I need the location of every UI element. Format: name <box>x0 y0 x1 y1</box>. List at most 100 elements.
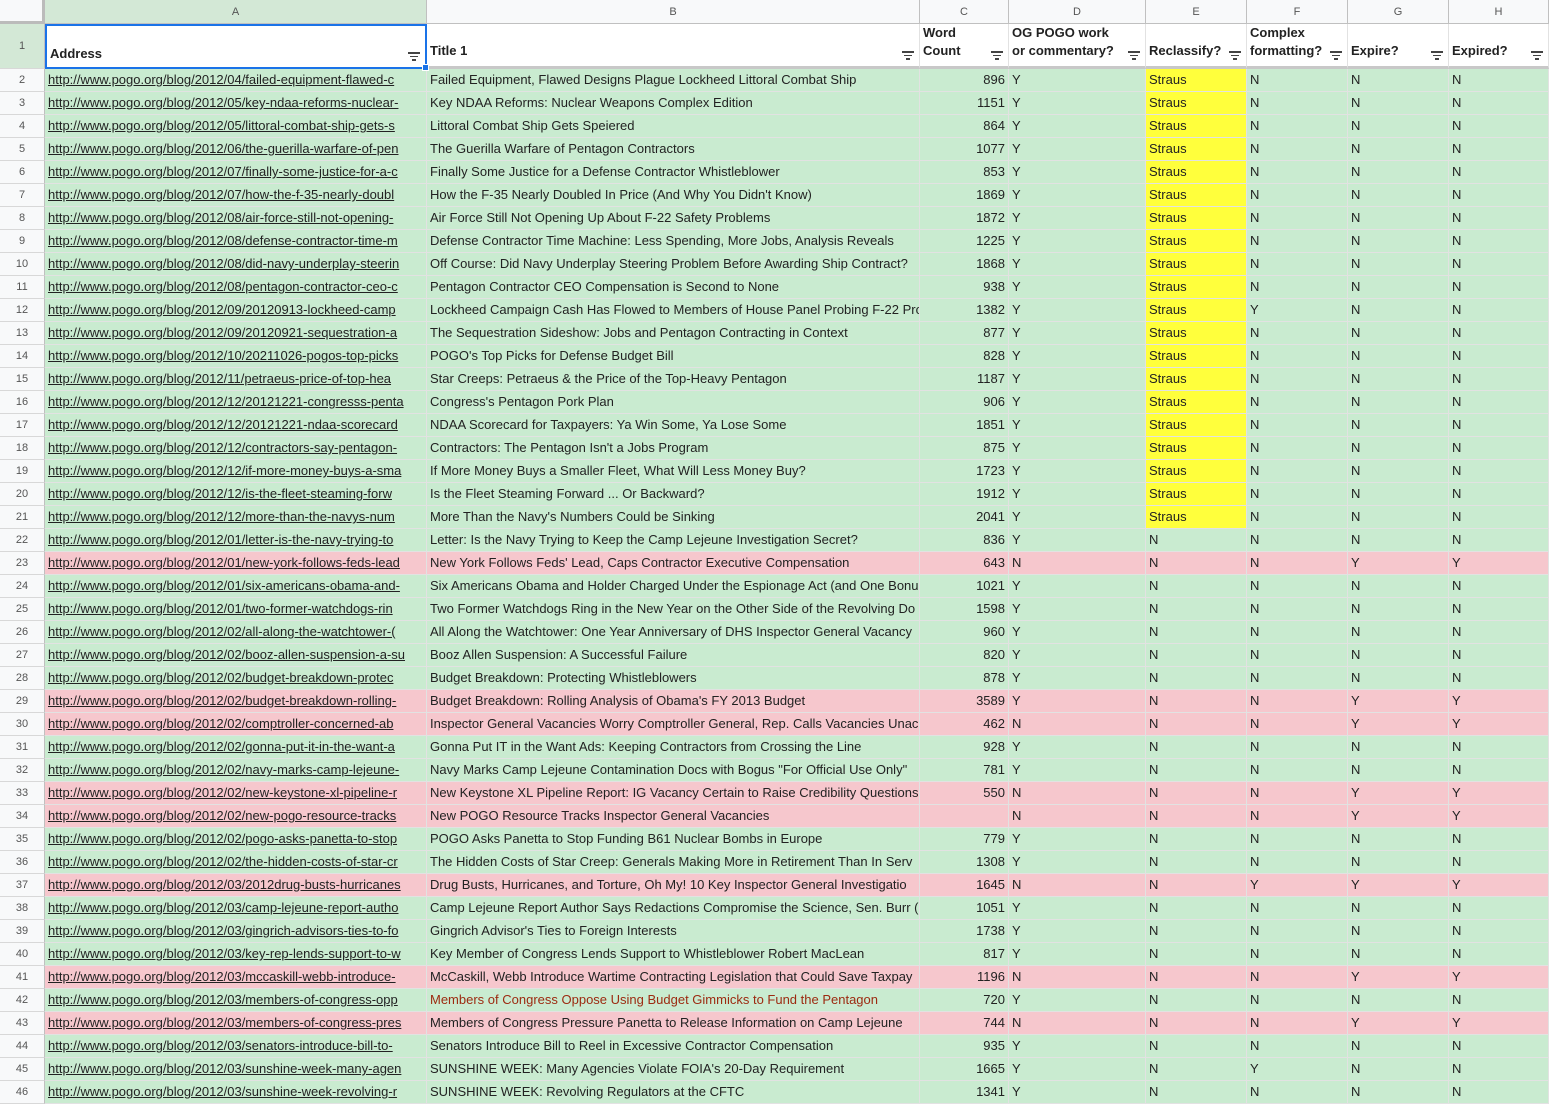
row-number[interactable]: 36 <box>0 851 45 874</box>
url-text[interactable]: http://www.pogo.org/blog/2012/03/camp-le… <box>48 900 399 915</box>
word-count-cell[interactable]: 1187 <box>920 368 1009 391</box>
title-cell[interactable]: Members of Congress Oppose Using Budget … <box>427 989 920 1012</box>
row-number[interactable]: 25 <box>0 598 45 621</box>
row-number[interactable]: 19 <box>0 460 45 483</box>
word-count-cell[interactable]: 877 <box>920 322 1009 345</box>
expire-cell[interactable]: N <box>1348 322 1449 345</box>
og-pogo-cell[interactable]: Y <box>1009 115 1146 138</box>
header-cell-a[interactable]: Address <box>45 24 427 69</box>
row-number[interactable]: 21 <box>0 506 45 529</box>
url-text[interactable]: http://www.pogo.org/blog/2012/03/senator… <box>48 1038 393 1053</box>
title-cell[interactable]: Lockheed Campaign Cash Has Flowed to Mem… <box>427 299 920 322</box>
row-number[interactable]: 30 <box>0 713 45 736</box>
header-cell-b[interactable]: Title 1 <box>427 24 920 69</box>
column-header-f[interactable]: F <box>1247 0 1348 24</box>
reclassify-cell[interactable]: Straus <box>1146 483 1247 506</box>
expired-cell[interactable]: N <box>1449 115 1549 138</box>
complex-formatting-cell[interactable]: N <box>1247 552 1348 575</box>
og-pogo-cell[interactable]: Y <box>1009 575 1146 598</box>
row-number[interactable]: 22 <box>0 529 45 552</box>
complex-formatting-cell[interactable]: N <box>1247 690 1348 713</box>
column-header-h[interactable]: H <box>1449 0 1549 24</box>
row-number[interactable]: 24 <box>0 575 45 598</box>
expired-cell[interactable]: N <box>1449 207 1549 230</box>
title-cell[interactable]: Letter: Is the Navy Trying to Keep the C… <box>427 529 920 552</box>
reclassify-cell[interactable]: Straus <box>1146 207 1247 230</box>
og-pogo-cell[interactable]: Y <box>1009 299 1146 322</box>
expire-cell[interactable]: N <box>1348 414 1449 437</box>
word-count-cell[interactable]: 550 <box>920 782 1009 805</box>
expired-cell[interactable]: N <box>1449 322 1549 345</box>
expired-cell[interactable]: N <box>1449 989 1549 1012</box>
title-cell[interactable]: Booz Allen Suspension: A Successful Fail… <box>427 644 920 667</box>
address-link[interactable]: http://www.pogo.org/blog/2012/08/pentago… <box>45 276 427 299</box>
expire-cell[interactable]: N <box>1348 989 1449 1012</box>
column-header-g[interactable]: G <box>1348 0 1449 24</box>
expired-cell[interactable]: N <box>1449 529 1549 552</box>
filter-icon[interactable] <box>1229 51 1241 60</box>
reclassify-cell[interactable]: N <box>1146 828 1247 851</box>
reclassify-cell[interactable]: N <box>1146 874 1247 897</box>
expired-cell[interactable]: N <box>1449 92 1549 115</box>
title-cell[interactable]: New York Follows Feds' Lead, Caps Contra… <box>427 552 920 575</box>
url-text[interactable]: http://www.pogo.org/blog/2012/02/navy-ma… <box>48 762 399 777</box>
select-all-corner[interactable] <box>0 0 45 24</box>
reclassify-cell[interactable]: Straus <box>1146 138 1247 161</box>
title-cell[interactable]: Air Force Still Not Opening Up About F-2… <box>427 207 920 230</box>
complex-formatting-cell[interactable]: N <box>1247 345 1348 368</box>
complex-formatting-cell[interactable]: N <box>1247 851 1348 874</box>
expire-cell[interactable]: N <box>1348 230 1449 253</box>
reclassify-cell[interactable]: Straus <box>1146 161 1247 184</box>
url-text[interactable]: http://www.pogo.org/blog/2012/02/new-pog… <box>48 808 396 823</box>
word-count-cell[interactable]: 720 <box>920 989 1009 1012</box>
word-count-cell[interactable]: 853 <box>920 161 1009 184</box>
title-cell[interactable]: Members of Congress Pressure Panetta to … <box>427 1012 920 1035</box>
expire-cell[interactable]: N <box>1348 391 1449 414</box>
row-number[interactable]: 29 <box>0 690 45 713</box>
complex-formatting-cell[interactable]: N <box>1247 575 1348 598</box>
row-number[interactable]: 23 <box>0 552 45 575</box>
address-link[interactable]: http://www.pogo.org/blog/2012/01/new-yor… <box>45 552 427 575</box>
reclassify-cell[interactable]: Straus <box>1146 391 1247 414</box>
title-cell[interactable]: Congress's Pentagon Pork Plan <box>427 391 920 414</box>
og-pogo-cell[interactable]: Y <box>1009 161 1146 184</box>
address-link[interactable]: http://www.pogo.org/blog/2012/01/letter-… <box>45 529 427 552</box>
expired-cell[interactable]: Y <box>1449 1012 1549 1035</box>
og-pogo-cell[interactable]: Y <box>1009 437 1146 460</box>
expire-cell[interactable]: Y <box>1348 805 1449 828</box>
reclassify-cell[interactable]: N <box>1146 575 1247 598</box>
complex-formatting-cell[interactable]: N <box>1247 736 1348 759</box>
row-number[interactable]: 43 <box>0 1012 45 1035</box>
word-count-cell[interactable]: 781 <box>920 759 1009 782</box>
column-header-b[interactable]: B <box>427 0 920 24</box>
title-cell[interactable]: Six Americans Obama and Holder Charged U… <box>427 575 920 598</box>
title-cell[interactable]: Failed Equipment, Flawed Designs Plague … <box>427 69 920 92</box>
expired-cell[interactable]: Y <box>1449 966 1549 989</box>
expired-cell[interactable]: N <box>1449 644 1549 667</box>
reclassify-cell[interactable]: N <box>1146 667 1247 690</box>
row-number[interactable]: 15 <box>0 368 45 391</box>
row-number[interactable]: 7 <box>0 184 45 207</box>
reclassify-cell[interactable]: N <box>1146 920 1247 943</box>
og-pogo-cell[interactable]: Y <box>1009 184 1146 207</box>
address-link[interactable]: http://www.pogo.org/blog/2012/04/failed-… <box>45 69 427 92</box>
expired-cell[interactable]: N <box>1449 598 1549 621</box>
url-text[interactable]: http://www.pogo.org/blog/2012/12/contrac… <box>48 440 397 455</box>
expire-cell[interactable]: N <box>1348 138 1449 161</box>
og-pogo-cell[interactable]: Y <box>1009 1058 1146 1081</box>
address-link[interactable]: http://www.pogo.org/blog/2012/02/new-key… <box>45 782 427 805</box>
word-count-cell[interactable]: 643 <box>920 552 1009 575</box>
selection-fill-handle[interactable] <box>422 64 429 71</box>
row-number[interactable]: 12 <box>0 299 45 322</box>
title-cell[interactable]: New Keystone XL Pipeline Report: IG Vaca… <box>427 782 920 805</box>
og-pogo-cell[interactable]: Y <box>1009 483 1146 506</box>
url-text[interactable]: http://www.pogo.org/blog/2012/03/members… <box>48 992 398 1007</box>
word-count-cell[interactable]: 878 <box>920 667 1009 690</box>
reclassify-cell[interactable]: N <box>1146 1058 1247 1081</box>
expire-cell[interactable]: N <box>1348 920 1449 943</box>
filter-icon[interactable] <box>902 51 914 60</box>
complex-formatting-cell[interactable]: N <box>1247 207 1348 230</box>
title-cell[interactable]: Camp Lejeune Report Author Says Redactio… <box>427 897 920 920</box>
title-cell[interactable]: Pentagon Contractor CEO Compensation is … <box>427 276 920 299</box>
word-count-cell[interactable]: 875 <box>920 437 1009 460</box>
